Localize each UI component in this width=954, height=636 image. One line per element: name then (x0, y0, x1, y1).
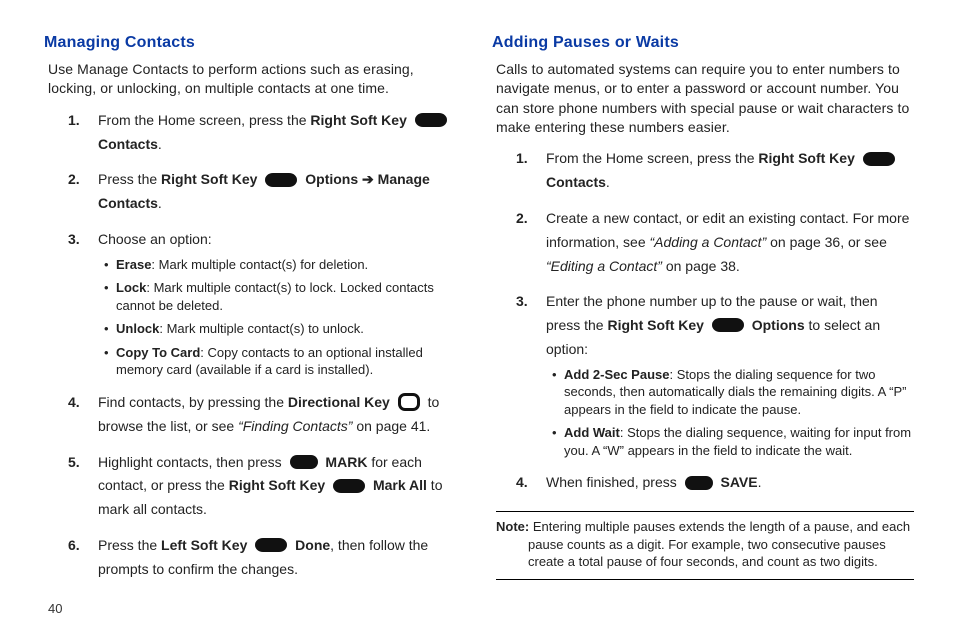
text: Press the (98, 171, 161, 187)
center-key-icon (685, 476, 713, 490)
text: : Mark multiple contact(s) to unlock. (159, 321, 363, 336)
text: Highlight contacts, then press (98, 454, 286, 470)
note-label: Note: (496, 519, 529, 534)
text: on page 38. (662, 258, 740, 274)
steps-adding-pauses: From the Home screen, press the Right So… (496, 147, 914, 495)
left-soft-key-label: Left Soft Key (161, 537, 251, 553)
text: : Mark multiple contact(s) to lock. Lock… (116, 280, 434, 313)
heading-managing-contacts: Managing Contacts (44, 32, 466, 54)
step-3-options: Erase: Mark multiple contact(s) for dele… (98, 256, 466, 379)
intro-managing-contacts: Use Manage Contacts to perform actions s… (48, 60, 466, 99)
right-soft-key-label: Right Soft Key (758, 150, 858, 166)
xref-editing-contact: “Editing a Contact” (546, 258, 662, 274)
options-label: Options (301, 171, 362, 187)
mark-all-label: Mark All (369, 477, 427, 493)
text: . (606, 174, 610, 190)
label: Lock (116, 280, 146, 295)
text: on page 36, or see (766, 234, 887, 250)
label: Unlock (116, 321, 159, 336)
xref-finding-contacts: “Finding Contacts” (238, 418, 352, 434)
text: From the Home screen, press the (98, 112, 310, 128)
contacts-label: Contacts (546, 174, 606, 190)
center-key-icon (290, 455, 318, 469)
left-column: Managing Contacts Use Manage Contacts to… (48, 32, 466, 616)
text: on page 41. (352, 418, 430, 434)
step-3: Enter the phone number up to the pause o… (506, 290, 914, 459)
soft-key-icon (265, 173, 297, 187)
soft-key-icon (255, 538, 287, 552)
directional-key-icon (398, 393, 420, 411)
text: . (158, 136, 162, 152)
options-label: Options (748, 317, 805, 333)
step-1: From the Home screen, press the Right So… (58, 109, 466, 157)
step-2: Press the Right Soft Key Options ➔ Manag… (58, 168, 466, 216)
directional-key-label: Directional Key (288, 394, 394, 410)
arrow-icon: ➔ (362, 171, 374, 187)
step-1: From the Home screen, press the Right So… (506, 147, 914, 195)
text: From the Home screen, press the (546, 150, 758, 166)
xref-adding-contact: “Adding a Contact” (650, 234, 767, 250)
right-soft-key-label: Right Soft Key (229, 477, 329, 493)
label: Copy To Card (116, 345, 200, 360)
option-erase: Erase: Mark multiple contact(s) for dele… (104, 256, 466, 274)
right-soft-key-label: Right Soft Key (607, 317, 707, 333)
text: Choose an option: (98, 231, 212, 247)
text: When finished, press (546, 474, 681, 490)
step-2: Create a new contact, or edit an existin… (506, 207, 914, 278)
option-lock: Lock: Mark multiple contact(s) to lock. … (104, 279, 466, 314)
text: Press the (98, 537, 161, 553)
contacts-label: Contacts (98, 136, 158, 152)
text: . (158, 195, 162, 211)
right-soft-key-label: Right Soft Key (310, 112, 410, 128)
text: Find contacts, by pressing the (98, 394, 288, 410)
option-unlock: Unlock: Mark multiple contact(s) to unlo… (104, 320, 466, 338)
heading-adding-pauses: Adding Pauses or Waits (492, 32, 914, 54)
right-column: Adding Pauses or Waits Calls to automate… (496, 32, 914, 616)
intro-adding-pauses: Calls to automated systems can require y… (496, 60, 914, 137)
text: . (758, 474, 762, 490)
step-5: Highlight contacts, then press MARK for … (58, 451, 466, 522)
option-add-pause: Add 2-Sec Pause: Stops the dialing seque… (552, 366, 914, 419)
option-copy-to-card: Copy To Card: Copy contacts to an option… (104, 344, 466, 379)
step-4: When finished, press SAVE. (506, 471, 914, 495)
label: Add Wait (564, 425, 620, 440)
right-soft-key-label: Right Soft Key (161, 171, 261, 187)
soft-key-icon (333, 479, 365, 493)
manual-page: Managing Contacts Use Manage Contacts to… (0, 0, 954, 636)
step-6: Press the Left Soft Key Done, then follo… (58, 534, 466, 582)
soft-key-icon (415, 113, 447, 127)
mark-label: MARK (322, 454, 368, 470)
option-add-wait: Add Wait: Stops the dialing sequence, wa… (552, 424, 914, 459)
soft-key-icon (863, 152, 895, 166)
save-label: SAVE (717, 474, 758, 490)
label: Erase (116, 257, 151, 272)
text: : Mark multiple contact(s) for deletion. (151, 257, 368, 272)
page-number: 40 (48, 600, 62, 618)
step-4: Find contacts, by pressing the Direction… (58, 391, 466, 439)
note-text: Entering multiple pauses extends the len… (528, 519, 910, 569)
step-3-options: Add 2-Sec Pause: Stops the dialing seque… (546, 366, 914, 460)
step-3: Choose an option: Erase: Mark multiple c… (58, 228, 466, 379)
done-label: Done (291, 537, 330, 553)
label: Add 2-Sec Pause (564, 367, 670, 382)
soft-key-icon (712, 318, 744, 332)
steps-managing-contacts: From the Home screen, press the Right So… (48, 109, 466, 582)
note-box: Note: Entering multiple pauses extends t… (496, 511, 914, 580)
